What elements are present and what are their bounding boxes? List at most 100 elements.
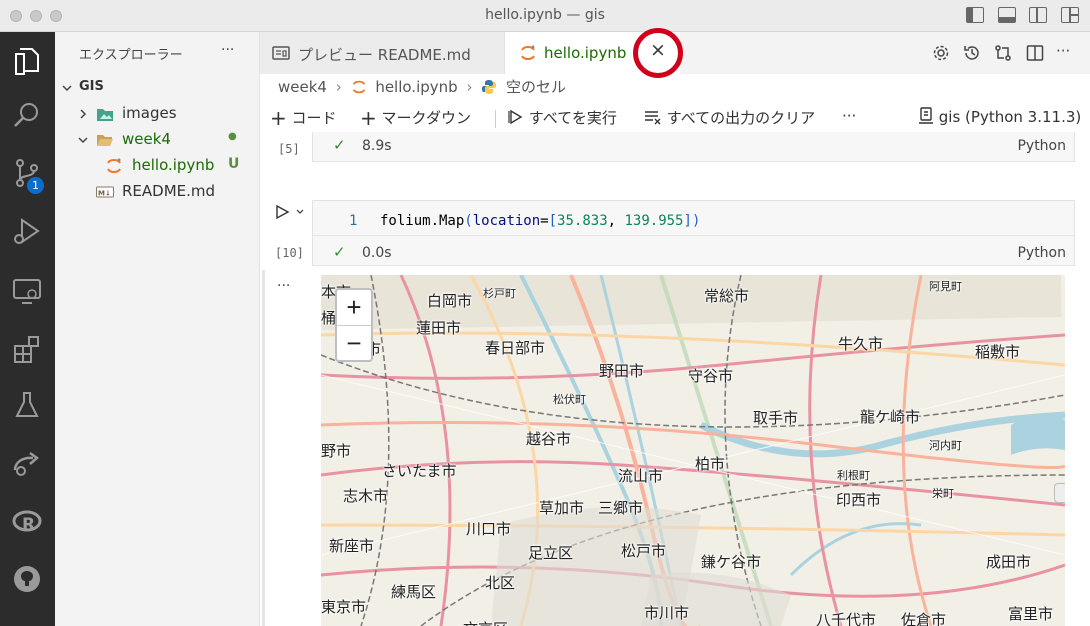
execution-time: 0.0s: [362, 245, 392, 261]
tree-item-week4[interactable]: week4 ●: [55, 127, 259, 153]
map-place-label: 志木市: [343, 487, 389, 505]
run-all-icon: [508, 109, 523, 125]
code-number: 35.833: [557, 213, 608, 229]
window-title: hello.ipynb — gis: [485, 7, 605, 23]
explorer-title: エクスプローラー: [79, 48, 183, 63]
run-options-chevron-icon[interactable]: [295, 207, 305, 217]
workspace-root[interactable]: GIS: [55, 75, 259, 101]
jupyter-icon: [107, 158, 121, 173]
git-modified-dot: ●: [228, 131, 237, 142]
breadcrumb-cell[interactable]: 空のセル: [506, 78, 566, 96]
github-icon[interactable]: [10, 562, 44, 596]
cell-divider: [313, 235, 1074, 236]
live-share-icon[interactable]: [10, 446, 44, 480]
toolbar-more-button[interactable]: ···: [842, 107, 856, 125]
plus-icon: +: [270, 106, 287, 130]
code-line[interactable]: folium.Map(location=[35.833, 139.955]): [380, 213, 700, 229]
tree-item-images[interactable]: images: [55, 101, 259, 127]
breadcrumb-week4[interactable]: week4: [278, 78, 327, 96]
map-edge-marker: [1054, 483, 1065, 503]
run-cell-icon[interactable]: [274, 204, 290, 220]
run-all-label: すべてを実行: [528, 109, 617, 127]
map-place-label: 成田市: [986, 553, 1032, 571]
editor-more-actions[interactable]: ···: [1056, 42, 1070, 60]
kernel-icon: [919, 107, 933, 124]
tree-item-hello-ipynb[interactable]: hello.ipynb U: [55, 153, 259, 179]
cell-language[interactable]: Python: [1017, 138, 1066, 154]
map-place-label: 草加市: [539, 499, 585, 517]
cell-status-bar: ✓ 8.9s Python: [312, 132, 1075, 162]
toggle-primary-sidebar-icon[interactable]: [966, 7, 984, 23]
code-function: folium.Map: [380, 213, 465, 229]
success-check-icon: ✓: [333, 136, 346, 154]
map-place-label: 松伏町: [553, 393, 586, 406]
tab-close-button[interactable]: ×: [633, 28, 683, 78]
add-code-cell-button[interactable]: + コード: [270, 106, 337, 130]
map-place-label: 阿見町: [929, 280, 962, 293]
tab-bar: プレビュー README.md hello.ipynb × ···: [260, 28, 1090, 78]
explorer-more-button[interactable]: ···: [221, 42, 234, 58]
map-place-label: 印西市: [836, 491, 882, 509]
search-icon[interactable]: [10, 98, 44, 132]
output-focus-bar: [262, 270, 265, 626]
remote-explorer-icon[interactable]: [10, 274, 44, 308]
cell-language[interactable]: Python: [1017, 245, 1066, 261]
map-place-label: 柏市: [695, 455, 726, 473]
svg-text:M↓: M↓: [98, 190, 111, 198]
tab-label: プレビュー README.md: [298, 46, 471, 64]
output-more-button[interactable]: ···: [277, 278, 290, 294]
map-place-label: 佐倉市: [901, 611, 947, 626]
code-cell[interactable]: 1 folium.Map(location=[35.833, 139.955])…: [312, 200, 1075, 266]
map-place-label: 富里市: [1008, 605, 1054, 623]
map-place-label: 三郷市: [598, 499, 644, 517]
testing-flask-icon[interactable]: [10, 388, 44, 422]
toggle-panel-icon[interactable]: [998, 7, 1016, 23]
timeline-history-icon[interactable]: [963, 44, 981, 62]
kernel-picker[interactable]: gis (Python 3.11.3): [918, 107, 1081, 126]
code-param: location: [472, 213, 541, 229]
zoom-in-button[interactable]: +: [337, 290, 371, 326]
run-all-button[interactable]: すべてを実行: [508, 107, 617, 128]
tab-readme-preview[interactable]: プレビュー README.md: [260, 32, 505, 74]
add-markdown-cell-button[interactable]: + マークダウン: [360, 106, 471, 130]
split-editor-icon[interactable]: [1026, 44, 1044, 62]
compare-changes-icon[interactable]: [994, 44, 1012, 62]
preview-icon: [272, 46, 290, 60]
toggle-secondary-sidebar-icon[interactable]: [1029, 7, 1047, 23]
map-place-label: 野市: [321, 442, 352, 460]
map-place-label: 八千代市: [816, 611, 877, 626]
map-place-label: 文京区: [463, 618, 508, 626]
add-markdown-label: マークダウン: [381, 109, 471, 127]
chevron-right-icon: [80, 109, 87, 119]
explorer-icon[interactable]: [10, 44, 44, 78]
workspace-root-label: GIS: [79, 79, 104, 94]
breadcrumb-file[interactable]: hello.ipynb: [375, 78, 457, 96]
map-place-label: 守谷市: [688, 367, 734, 385]
chevron-down-icon: [62, 85, 72, 92]
gear-icon[interactable]: [932, 44, 950, 62]
map-place-label: 市川市: [644, 604, 690, 622]
tree-item-readme[interactable]: M↓ README.md: [55, 179, 259, 205]
toolbar-divider: [495, 110, 496, 128]
map-place-label: 杉戸町: [483, 287, 516, 300]
zoom-out-button[interactable]: −: [337, 326, 371, 360]
image-folder-icon: [97, 109, 113, 121]
r-language-icon[interactable]: R: [10, 504, 44, 538]
map-place-label: 東京市: [321, 598, 367, 616]
extensions-icon[interactable]: [10, 332, 44, 366]
clear-all-outputs-button[interactable]: すべての出力のクリア: [644, 107, 815, 128]
map-place-label: 取手市: [753, 409, 799, 427]
add-code-label: コード: [291, 109, 337, 127]
python-icon: [482, 80, 497, 94]
map-place-label: さいたま市: [382, 462, 457, 480]
git-untracked-badge: U: [228, 156, 240, 172]
run-debug-icon[interactable]: [10, 214, 44, 248]
explorer-sidebar: エクスプローラー ··· GIS images week4 ● hello.ip…: [55, 32, 260, 626]
breadcrumb: week4 › hello.ipynb › 空のセル: [278, 76, 566, 100]
activity-bar: 1 R: [0, 32, 55, 626]
map-place-label: 北区: [485, 574, 516, 592]
folium-map[interactable]: 白岡市 杉戸町 常総市 阿見町 蓮田市 春日部市 牛久市 稲敷市 野田市 守谷市 松伏町 取手市 龍ケ崎…: [321, 275, 1065, 626]
code-separator: ,: [607, 213, 625, 229]
customize-layout-icon[interactable]: [1061, 7, 1079, 23]
tab-hello-ipynb[interactable]: hello.ipynb ×: [505, 28, 683, 78]
